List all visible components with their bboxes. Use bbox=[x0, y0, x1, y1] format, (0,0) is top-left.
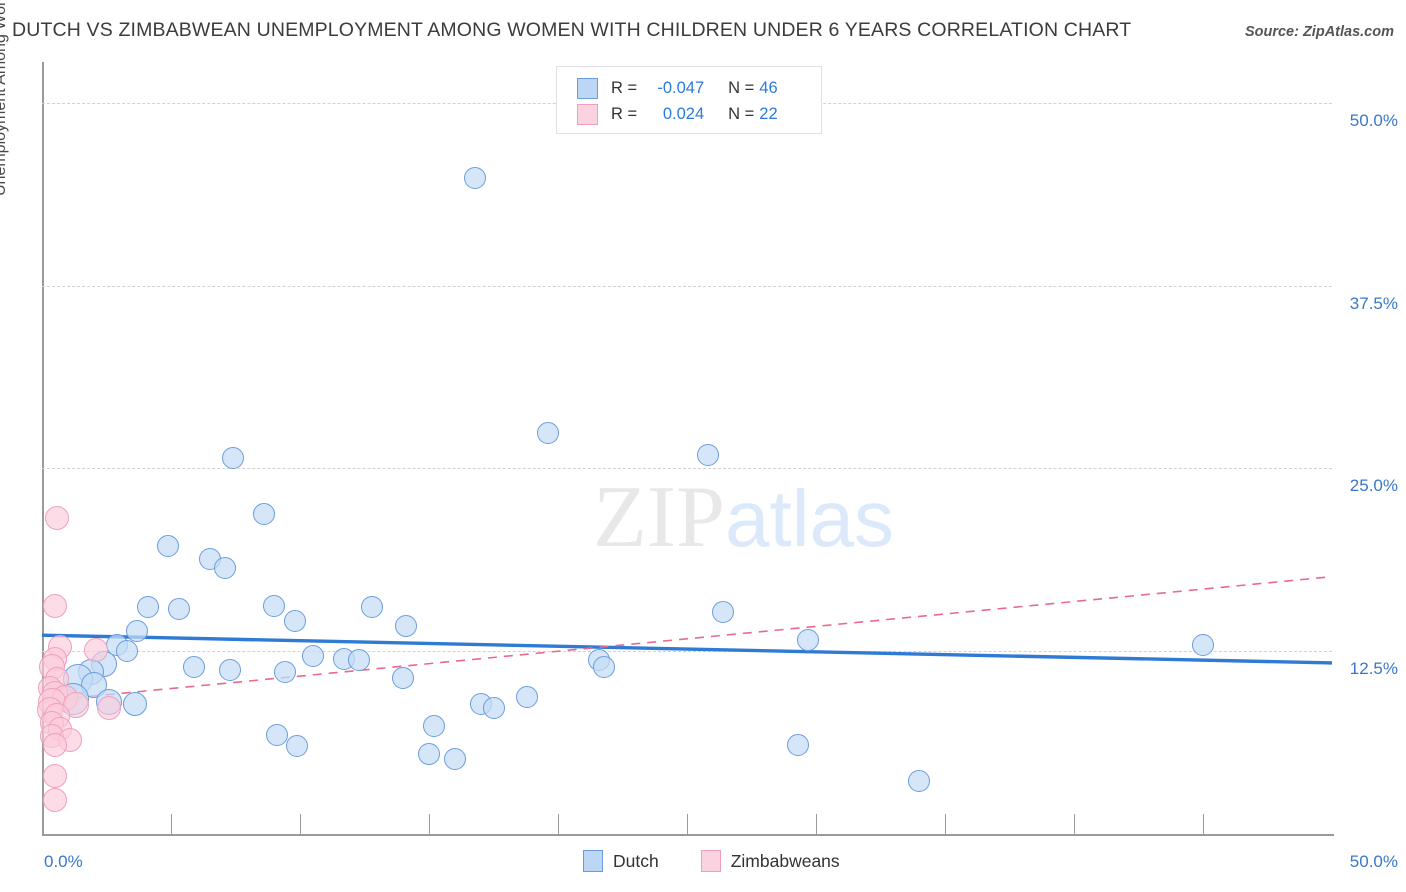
stats-n-label-zimbabweans: N = bbox=[728, 104, 755, 123]
x-axis-tick bbox=[945, 814, 946, 834]
x-axis-tick bbox=[429, 814, 430, 834]
legend-label-dutch: Dutch bbox=[613, 850, 659, 871]
data-point-dutch[interactable] bbox=[348, 649, 371, 671]
data-point-dutch[interactable] bbox=[516, 685, 539, 708]
data-point-dutch[interactable] bbox=[122, 691, 147, 716]
data-point-dutch[interactable] bbox=[136, 596, 159, 619]
x-axis-min-label: 0.0% bbox=[44, 852, 83, 871]
data-point-dutch[interactable] bbox=[1192, 634, 1214, 657]
data-point-zimbabweans[interactable] bbox=[42, 593, 67, 618]
data-point-dutch[interactable] bbox=[392, 666, 415, 689]
data-point-dutch[interactable] bbox=[263, 594, 286, 617]
page-title: DUTCH VS ZIMBABWEAN UNEMPLOYMENT AMONG W… bbox=[12, 19, 1132, 41]
gridline bbox=[42, 651, 1332, 653]
data-point-zimbabweans[interactable] bbox=[42, 732, 67, 757]
trend-line-dutch bbox=[41, 633, 1333, 665]
stats-r-value-dutch: -0.047 bbox=[657, 78, 705, 97]
data-point-zimbabweans[interactable] bbox=[42, 788, 67, 813]
trend-line-zimbabweans bbox=[41, 575, 1333, 702]
data-point-zimbabweans[interactable] bbox=[42, 763, 67, 788]
data-point-zimbabweans[interactable] bbox=[97, 696, 122, 721]
data-point-dutch[interactable] bbox=[273, 660, 296, 683]
data-point-zimbabweans[interactable] bbox=[45, 506, 70, 531]
y-axis-tick-label: 25.0% bbox=[1349, 476, 1398, 496]
data-point-dutch[interactable] bbox=[157, 534, 180, 557]
x-axis-tick bbox=[1203, 814, 1204, 834]
data-point-dutch[interactable] bbox=[126, 619, 149, 642]
watermark-zip: ZIP bbox=[593, 469, 725, 566]
plot-area: ZIPatlas bbox=[36, 62, 1333, 834]
stats-r-value-zimbabweans: 0.024 bbox=[662, 104, 705, 123]
watermark-atlas: atlas bbox=[725, 474, 894, 563]
data-point-dutch[interactable] bbox=[283, 609, 306, 632]
data-point-dutch[interactable] bbox=[536, 422, 559, 445]
correlation-stats-box: R = -0.047 N = 46 R = 0.024 N = 22 bbox=[556, 66, 822, 134]
y-axis-title: Unemployment Among Women with Children U… bbox=[0, 0, 10, 196]
data-point-dutch[interactable] bbox=[183, 656, 206, 679]
data-point-dutch[interactable] bbox=[908, 770, 931, 793]
y-axis-tick-label: 37.5% bbox=[1349, 293, 1398, 313]
data-point-dutch[interactable] bbox=[418, 742, 440, 765]
stats-row-zimbabweans: R = 0.024 N = 22 bbox=[577, 101, 778, 127]
x-axis-tick bbox=[558, 814, 559, 834]
data-point-dutch[interactable] bbox=[593, 656, 616, 679]
x-axis-line bbox=[42, 834, 1334, 836]
data-point-dutch[interactable] bbox=[219, 659, 242, 682]
stats-n-value-zimbabweans: 22 bbox=[759, 104, 778, 123]
data-point-dutch[interactable] bbox=[116, 640, 139, 663]
data-point-dutch[interactable] bbox=[252, 502, 275, 525]
stats-r-label-dutch: R = bbox=[611, 78, 638, 97]
legend-label-zimbabweans: Zimbabweans bbox=[730, 850, 840, 871]
x-axis-tick bbox=[687, 814, 688, 834]
data-point-dutch[interactable] bbox=[797, 628, 820, 651]
data-point-zimbabweans[interactable] bbox=[84, 637, 109, 662]
y-axis-tick-label: 12.5% bbox=[1349, 659, 1398, 679]
data-point-dutch[interactable] bbox=[443, 748, 466, 771]
data-point-dutch[interactable] bbox=[786, 733, 809, 756]
x-axis-max-label: 50.0% bbox=[1349, 852, 1398, 871]
data-point-dutch[interactable] bbox=[712, 600, 735, 623]
correlation-chart: DUTCH VS ZIMBABWEAN UNEMPLOYMENT AMONG W… bbox=[0, 0, 1406, 892]
data-point-dutch[interactable] bbox=[394, 615, 417, 638]
legend-swatch-zimbabweans bbox=[700, 850, 721, 872]
data-point-dutch[interactable] bbox=[214, 556, 237, 579]
y-axis-tick-label: 50.0% bbox=[1349, 110, 1398, 130]
legend-item-zimbabweans[interactable]: Zimbabweans bbox=[700, 850, 840, 872]
stats-n-label-dutch: N = bbox=[728, 78, 755, 97]
stats-swatch-zimbabweans bbox=[577, 103, 598, 125]
data-point-dutch[interactable] bbox=[265, 723, 288, 746]
data-point-dutch[interactable] bbox=[301, 644, 324, 667]
x-axis-tick bbox=[816, 814, 817, 834]
stats-n-value-dutch: 46 bbox=[759, 78, 778, 97]
stats-r-label-zimbabweans: R = bbox=[611, 104, 638, 123]
data-point-dutch[interactable] bbox=[286, 735, 309, 758]
data-point-dutch[interactable] bbox=[361, 596, 384, 619]
legend-swatch-dutch bbox=[583, 850, 603, 872]
gridline bbox=[42, 285, 1332, 287]
data-point-dutch[interactable] bbox=[482, 697, 505, 720]
data-point-dutch[interactable] bbox=[167, 597, 190, 620]
series-legend: Dutch Zimbabweans bbox=[583, 850, 872, 872]
legend-item-dutch[interactable]: Dutch bbox=[583, 850, 659, 872]
x-axis-tick bbox=[300, 814, 301, 834]
data-point-dutch[interactable] bbox=[423, 714, 446, 737]
data-point-dutch[interactable] bbox=[464, 166, 487, 189]
zipatlas-watermark: ZIPatlas bbox=[593, 467, 894, 568]
data-point-dutch[interactable] bbox=[696, 444, 719, 467]
data-point-dutch[interactable] bbox=[221, 447, 244, 470]
stats-row-dutch: R = -0.047 N = 46 bbox=[577, 75, 778, 101]
source-label: Source: ZipAtlas.com bbox=[1244, 24, 1394, 40]
x-axis-tick bbox=[171, 814, 172, 834]
x-axis-tick bbox=[1074, 814, 1075, 834]
stats-swatch-dutch bbox=[577, 77, 598, 99]
